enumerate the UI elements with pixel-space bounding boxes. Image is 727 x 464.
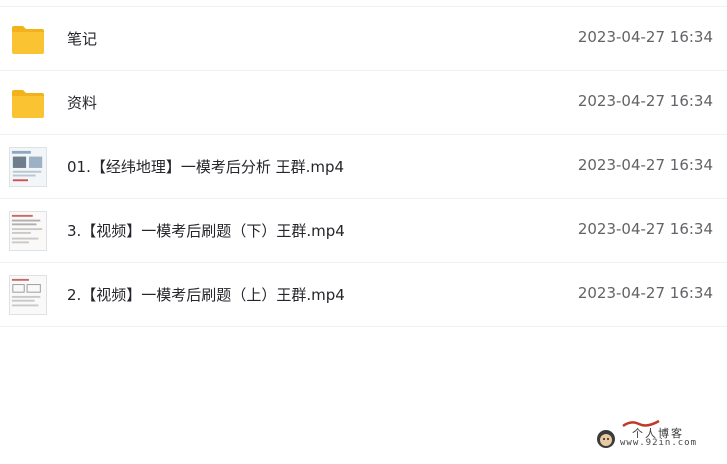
video-thumbnail-icon [9,147,47,187]
folder-icon [12,90,44,118]
file-date: 2023-04-27 16:34 [577,92,713,110]
watermark-url: www.92in.com [620,438,698,448]
video-thumbnail-icon [9,275,47,315]
video-thumbnail-icon [9,211,47,251]
file-date: 2023-04-27 16:34 [577,156,713,174]
folder-icon [12,26,44,54]
file-date: 2023-04-27 16:34 [577,284,713,302]
watermark-logo: 个人博客 www.92in.com [595,419,713,454]
file-name: 笔记 [67,30,98,48]
list-item[interactable]: 3.【视频】一模考后刷题（下）王群.mp4 2023-04-27 16:34 [0,198,727,262]
list-item[interactable]: 笔记 2023-04-27 16:34 [0,6,727,70]
watermark-avatar-icon [597,430,615,448]
file-name: 2.【视频】一模考后刷题（上）王群.mp4 [67,286,345,304]
file-name: 3.【视频】一模考后刷题（下）王群.mp4 [67,222,345,240]
file-name: 资料 [67,94,98,112]
file-name: 01.【经纬地理】一模考后分析 王群.mp4 [67,158,345,176]
file-date: 2023-04-27 16:34 [577,220,713,238]
list-item[interactable]: 2.【视频】一模考后刷题（上）王群.mp4 2023-04-27 16:34 [0,262,727,327]
list-item[interactable]: 01.【经纬地理】一模考后分析 王群.mp4 2023-04-27 16:34 [0,134,727,198]
file-date: 2023-04-27 16:34 [577,28,713,46]
list-item[interactable]: 资料 2023-04-27 16:34 [0,70,727,134]
file-list: 笔记 2023-04-27 16:34 资料 2023-04-27 16:34 … [0,6,727,327]
